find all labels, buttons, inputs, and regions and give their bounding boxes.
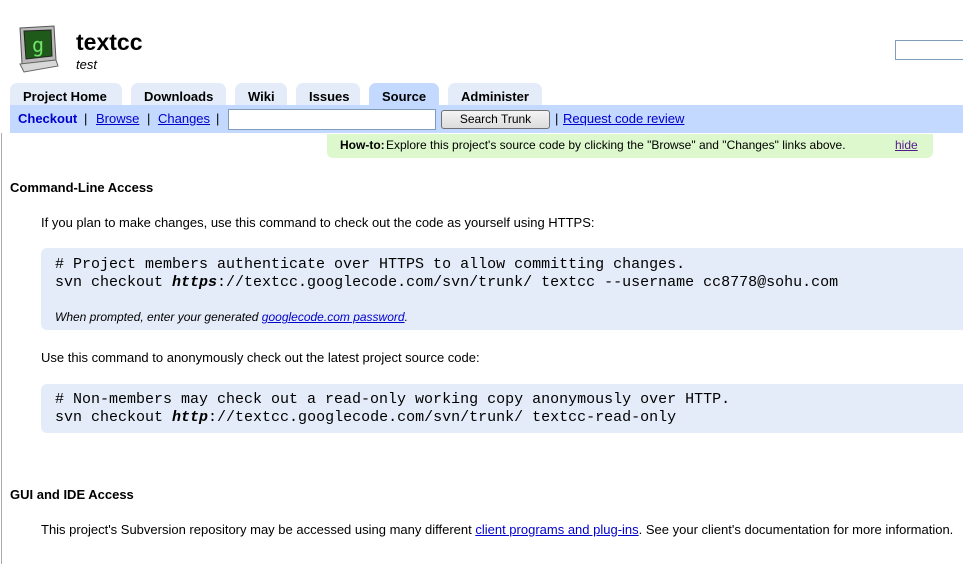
svg-text:g: g	[32, 33, 44, 57]
howto-label: How-to:	[340, 138, 385, 152]
googlecode-password-link[interactable]: googlecode.com password	[262, 310, 405, 324]
note-text: When prompted, enter your generated	[55, 310, 262, 324]
cmd-scheme: https	[172, 274, 218, 291]
cmd-scheme: http	[172, 409, 209, 426]
gui-heading: GUI and IDE Access	[10, 487, 134, 502]
subnav-separator: |	[84, 111, 88, 126]
tab-label: Downloads	[144, 89, 214, 104]
password-note: When prompted, enter your generated goog…	[55, 309, 408, 325]
cli-heading: Command-Line Access	[10, 180, 154, 195]
cmd-prefix: svn checkout	[55, 274, 173, 291]
howto-hide-link[interactable]: hide	[895, 134, 918, 156]
tab-label: Wiki	[248, 89, 275, 104]
anon-comment: # Non-members may check out a read-only …	[55, 391, 731, 408]
project-name[interactable]: textcc	[76, 28, 142, 56]
cli-members-intro: If you plan to make changes, use this co…	[41, 215, 595, 230]
subnav-browse-link[interactable]: Browse	[96, 105, 139, 133]
tab-issues[interactable]: Issues	[296, 83, 360, 105]
howto-text: Explore this project's source code by cl…	[386, 138, 846, 152]
client-programs-link[interactable]: client programs and plug-ins	[475, 522, 638, 537]
gui-text-after: . See your client's documentation for mo…	[638, 522, 954, 537]
subnav-checkout[interactable]: Checkout	[18, 105, 77, 133]
trunk-search-input[interactable]	[228, 109, 436, 130]
tab-wiki[interactable]: Wiki	[235, 83, 287, 105]
subnav-separator: |	[555, 111, 559, 126]
cmd-rest: ://textcc.googlecode.com/svn/trunk/ text…	[217, 274, 839, 291]
members-command: svn checkout https://textcc.googlecode.c…	[55, 274, 838, 292]
project-summary: test	[76, 57, 97, 72]
source-subnav: Checkout | Browse | Changes | Search Tru…	[10, 105, 963, 133]
subnav-separator: |	[216, 111, 220, 126]
howto-banner: How-to: Explore this project's source co…	[327, 134, 933, 158]
tab-label: Project Home	[23, 89, 107, 104]
tab-downloads[interactable]: Downloads	[131, 83, 226, 105]
tab-project-home[interactable]: Project Home	[10, 83, 122, 105]
tab-administer[interactable]: Administer	[448, 83, 542, 105]
tab-label: Administer	[461, 89, 529, 104]
left-divider	[1, 133, 2, 564]
subnav-changes-link[interactable]: Changes	[158, 105, 210, 133]
project-logo-icon: g	[14, 24, 60, 74]
request-code-review-link[interactable]: Request code review	[563, 105, 684, 133]
tab-source[interactable]: Source	[369, 83, 439, 105]
tab-label: Issues	[309, 89, 350, 104]
gui-text: This project's Subversion repository may…	[41, 522, 953, 538]
anon-command: svn checkout http://textcc.googlecode.co…	[55, 409, 676, 427]
anon-code-block: # Non-members may check out a read-only …	[41, 384, 963, 433]
subnav-separator: |	[147, 111, 151, 126]
note-end: .	[404, 310, 408, 324]
cli-anon-intro: Use this command to anonymously check ou…	[41, 350, 480, 365]
project-search-input[interactable]	[895, 40, 963, 60]
tab-label: Source	[382, 89, 427, 104]
gui-text-before: This project's Subversion repository may…	[41, 522, 476, 537]
members-comment: # Project members authenticate over HTTP…	[55, 256, 686, 273]
search-trunk-button[interactable]: Search Trunk	[441, 110, 550, 129]
cmd-prefix: svn checkout	[55, 409, 173, 426]
cmd-rest: ://textcc.googlecode.com/svn/trunk/ text…	[208, 409, 677, 426]
members-code-block: # Project members authenticate over HTTP…	[41, 248, 963, 330]
